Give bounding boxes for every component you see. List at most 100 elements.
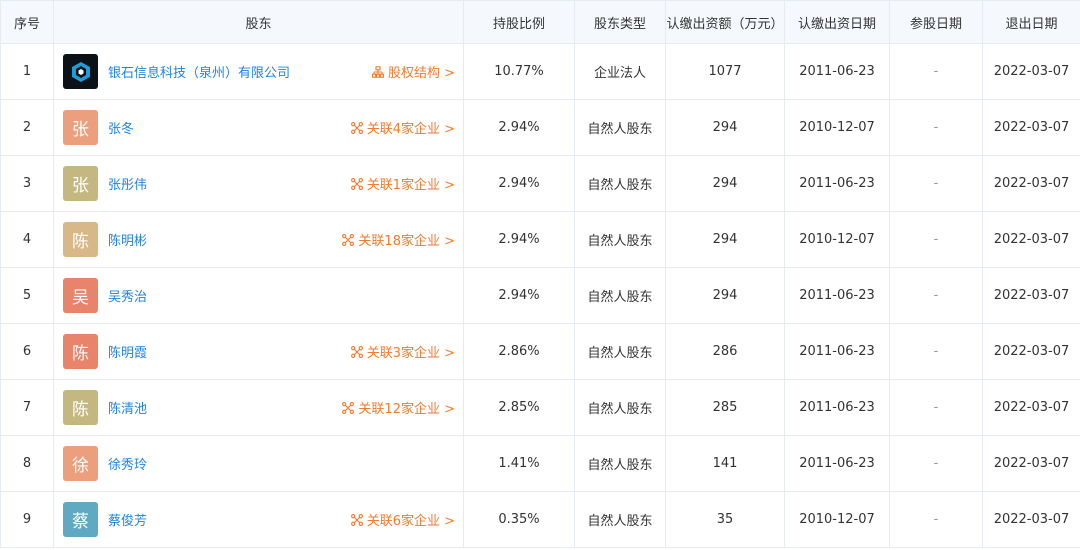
relation-label: 关联18家企业 > [358, 234, 455, 249]
ratio-cell: 2.85% [463, 379, 575, 436]
avatar[interactable]: 吴 [63, 278, 98, 313]
join-date-cell: - [889, 43, 983, 100]
relation-label: 股权结构 > [387, 66, 455, 81]
holder-cell: 吴 吴秀治 [53, 267, 464, 324]
holder-name-link[interactable]: 陈清池 [108, 398, 147, 417]
shareholder-table: 序号 股东 持股比例 股东类型 认缴出资额（万元） 认缴出资日期 参股日期 退出… [0, 0, 1080, 548]
avatar[interactable]: 陈 [63, 334, 98, 369]
exit-date-cell: 2022-03-07 [982, 211, 1080, 268]
header-join-date: 参股日期 [889, 0, 983, 44]
amount-cell: 285 [665, 379, 785, 436]
amount-cell: 294 [665, 267, 785, 324]
holder-name-link[interactable]: 银石信息科技（泉州）有限公司 [108, 62, 290, 81]
relation-label: 关联12家企业 > [358, 402, 455, 417]
row-index: 7 [0, 379, 54, 436]
join-date-cell: - [889, 435, 983, 492]
holder-name-link[interactable]: 张彤伟 [108, 174, 147, 193]
type-cell: 自然人股东 [574, 99, 666, 156]
avatar[interactable]: 陈 [63, 390, 98, 425]
related-companies-link[interactable]: 关联18家企业 > [342, 230, 455, 249]
ratio-cell: 1.41% [463, 435, 575, 492]
join-date-cell: - [889, 155, 983, 212]
amount-cell: 1077 [665, 43, 785, 100]
avatar[interactable]: 蔡 [63, 502, 98, 537]
relation-label: 关联3家企业 > [366, 346, 455, 361]
holder-cell: 蔡 蔡俊芳 关联6家企业 > [53, 491, 464, 548]
sub-date-cell: 2011-06-23 [784, 155, 890, 212]
equity-structure-link[interactable]: 股权结构 > [372, 62, 455, 81]
related-companies-link[interactable]: 关联1家企业 > [350, 174, 455, 193]
amount-cell: 294 [665, 211, 785, 268]
structure-icon [372, 65, 384, 78]
network-icon [350, 345, 363, 358]
exit-date-cell: 2022-03-07 [982, 435, 1080, 492]
network-icon [350, 513, 363, 526]
type-cell: 自然人股东 [574, 267, 666, 324]
holder-name-link[interactable]: 陈明彬 [108, 230, 147, 249]
sub-date-cell: 2011-06-23 [784, 379, 890, 436]
holder-cell: 徐 徐秀玲 [53, 435, 464, 492]
header-holder: 股东 [53, 0, 464, 44]
row-index: 6 [0, 323, 54, 380]
network-icon [342, 233, 355, 246]
network-icon [350, 177, 363, 190]
row-index: 3 [0, 155, 54, 212]
related-companies-link[interactable]: 关联6家企业 > [350, 510, 455, 529]
avatar[interactable]: 徐 [63, 446, 98, 481]
ratio-cell: 2.94% [463, 267, 575, 324]
network-icon [350, 121, 363, 134]
relation-label: 关联4家企业 > [366, 122, 455, 137]
header-exit-date: 退出日期 [982, 0, 1080, 44]
row-index: 2 [0, 99, 54, 156]
holder-name-link[interactable]: 张冬 [108, 118, 134, 137]
exit-date-cell: 2022-03-07 [982, 323, 1080, 380]
ratio-cell: 2.86% [463, 323, 575, 380]
related-companies-link[interactable]: 关联12家企业 > [342, 398, 455, 417]
exit-date-cell: 2022-03-07 [982, 155, 1080, 212]
holder-cell: 陈 陈明霞 关联3家企业 > [53, 323, 464, 380]
header-amount: 认缴出资额（万元） [665, 0, 785, 44]
sub-date-cell: 2010-12-07 [784, 211, 890, 268]
network-icon [342, 401, 355, 414]
avatar[interactable]: 陈 [63, 222, 98, 257]
sub-date-cell: 2010-12-07 [784, 491, 890, 548]
relation-label: 关联1家企业 > [366, 178, 455, 193]
row-index: 8 [0, 435, 54, 492]
table-row: 5 吴 吴秀治 2.94% 自然人股东 294 2011-06-23 - 202… [0, 267, 1080, 324]
amount-cell: 286 [665, 323, 785, 380]
avatar[interactable]: 张 [63, 110, 98, 145]
type-cell: 自然人股东 [574, 379, 666, 436]
table-row: 3 张 张彤伟 关联1家企业 > 2.94% 自然人股东 294 2011-06… [0, 155, 1080, 212]
avatar[interactable]: 张 [63, 166, 98, 201]
table-row: 8 徐 徐秀玲 1.41% 自然人股东 141 2011-06-23 - 202… [0, 435, 1080, 492]
holder-cell: 张 张彤伟 关联1家企业 > [53, 155, 464, 212]
header-sub-date: 认缴出资日期 [784, 0, 890, 44]
table-row: 4 陈 陈明彬 关联18家企业 > 2.94% 自然人股东 294 2010-1… [0, 211, 1080, 268]
type-cell: 企业法人 [574, 43, 666, 100]
table-row: 7 陈 陈清池 关联12家企业 > 2.85% 自然人股东 285 2011-0… [0, 379, 1080, 436]
header-index: 序号 [0, 0, 54, 44]
table-row: 9 蔡 蔡俊芳 关联6家企业 > 0.35% 自然人股东 35 2010-12-… [0, 491, 1080, 548]
amount-cell: 294 [665, 155, 785, 212]
row-index: 5 [0, 267, 54, 324]
company-logo[interactable] [63, 54, 98, 89]
type-cell: 自然人股东 [574, 211, 666, 268]
row-index: 9 [0, 491, 54, 548]
holder-name-link[interactable]: 陈明霞 [108, 342, 147, 361]
table-row: 2 张 张冬 关联4家企业 > 2.94% 自然人股东 294 2010-12-… [0, 99, 1080, 156]
amount-cell: 35 [665, 491, 785, 548]
related-companies-link[interactable]: 关联4家企业 > [350, 118, 455, 137]
relation-label: 关联6家企业 > [366, 514, 455, 529]
join-date-cell: - [889, 323, 983, 380]
holder-name-link[interactable]: 吴秀治 [108, 286, 147, 305]
join-date-cell: - [889, 491, 983, 548]
join-date-cell: - [889, 379, 983, 436]
exit-date-cell: 2022-03-07 [982, 267, 1080, 324]
exit-date-cell: 2022-03-07 [982, 379, 1080, 436]
join-date-cell: - [889, 211, 983, 268]
related-companies-link[interactable]: 关联3家企业 > [350, 342, 455, 361]
holder-name-link[interactable]: 徐秀玲 [108, 454, 147, 473]
holder-name-link[interactable]: 蔡俊芳 [108, 510, 147, 529]
type-cell: 自然人股东 [574, 491, 666, 548]
ratio-cell: 2.94% [463, 99, 575, 156]
